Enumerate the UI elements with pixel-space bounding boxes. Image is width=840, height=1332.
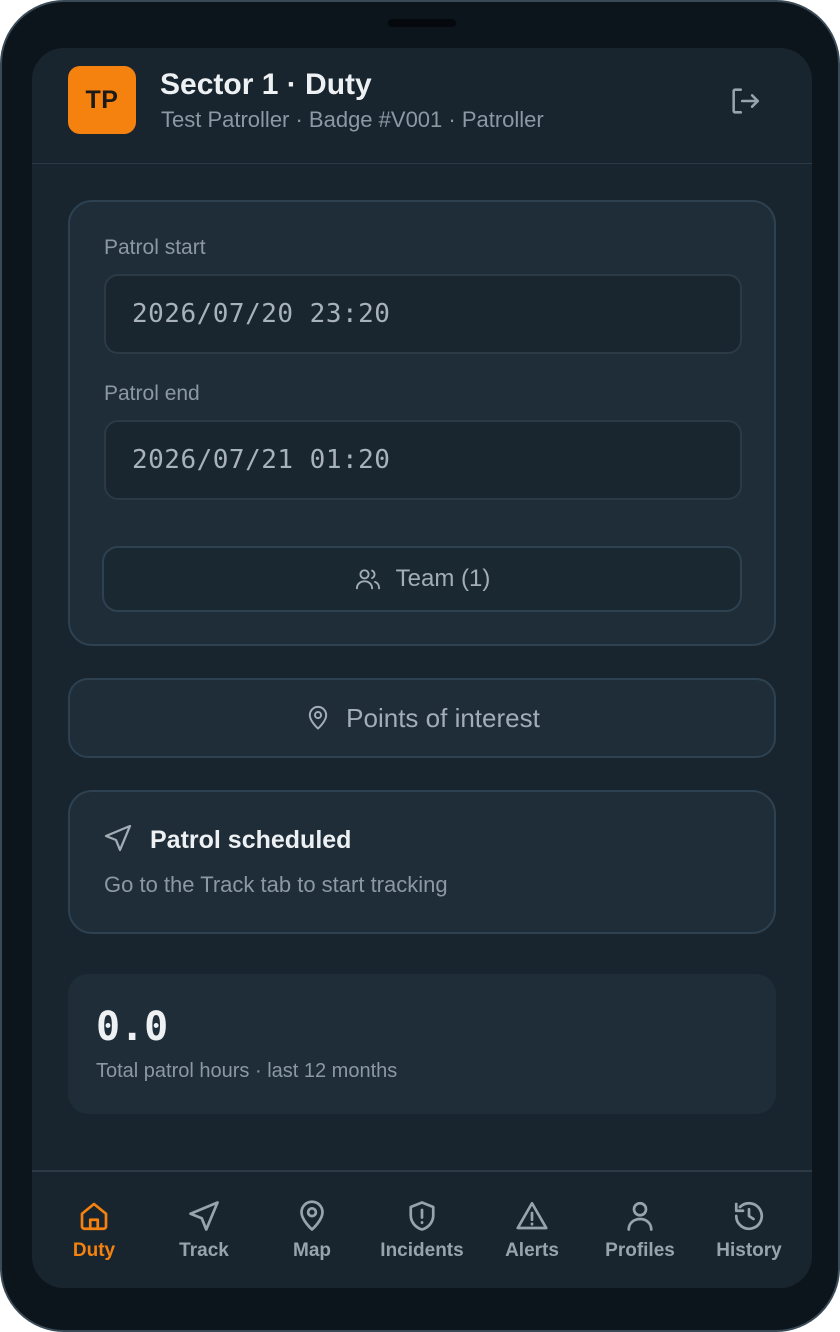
map-pin-icon [300, 1200, 324, 1231]
nav-item-incidents[interactable]: Incidents [368, 1198, 476, 1268]
navigation-icon [104, 824, 132, 852]
team-button-label: Team (1) [395, 565, 491, 592]
nav-label-track: Track [179, 1240, 229, 1261]
app-header: TP Sector 1 · Duty Test Patroller · Badg… [32, 48, 812, 164]
warning-triangle-icon [516, 1201, 548, 1230]
nav-label-alerts: Alerts [505, 1240, 559, 1261]
patrol-start-field[interactable]: 2026/07/20 23:20 [104, 274, 742, 354]
patrol-window-card: Patrol start 2026/07/20 23:20 Patrol end… [68, 200, 776, 646]
patrol-hours-label: Total patrol hours · last 12 months [96, 1060, 398, 1082]
nav-label-incidents: Incidents [380, 1240, 464, 1261]
avatar[interactable]: TP [68, 66, 136, 134]
nav-item-profiles[interactable]: Profiles [586, 1198, 694, 1268]
nav-item-duty[interactable]: Duty [40, 1198, 148, 1268]
patrol-status-title: Patrol scheduled [150, 826, 352, 854]
nav-label-profiles: Profiles [605, 1240, 675, 1261]
patrol-start-label: Patrol start [104, 236, 206, 259]
nav-label-map: Map [293, 1240, 331, 1261]
patrol-end-field[interactable]: 2026/07/21 01:20 [104, 420, 742, 500]
team-button[interactable]: Team (1) [102, 546, 742, 612]
patrol-hours-value: 0.0 [96, 1004, 169, 1050]
nav-label-duty: Duty [72, 1240, 116, 1261]
device-notch [388, 19, 456, 27]
navigation-icon [189, 1201, 219, 1231]
nav-label-history: History [716, 1240, 782, 1261]
user-subtitle: Test Patroller · Badge #V001 · Patroller [161, 107, 544, 132]
nav-item-history[interactable]: History [695, 1198, 803, 1268]
home-icon [80, 1202, 108, 1231]
shield-alert-icon [409, 1201, 435, 1231]
bottom-nav: Duty Track Map Incidents Alerts Profiles… [32, 1170, 812, 1288]
patrol-status-subtitle: Go to the Track tab to start tracking [104, 872, 448, 897]
points-of-interest-label: Points of interest [346, 702, 540, 733]
patrol-hours-card: 0.0 Total patrol hours · last 12 months [68, 974, 776, 1114]
nav-item-track[interactable]: Track [150, 1198, 258, 1268]
logout-icon[interactable] [728, 84, 762, 118]
app-screen: TP Sector 1 · Duty Test Patroller · Badg… [32, 48, 812, 1288]
nav-item-alerts[interactable]: Alerts [478, 1198, 586, 1268]
page-title: Sector 1 · Duty [160, 68, 372, 101]
device-frame: TP Sector 1 · Duty Test Patroller · Badg… [0, 0, 840, 1332]
user-icon [627, 1201, 653, 1231]
users-icon [355, 569, 380, 590]
nav-item-map[interactable]: Map [258, 1198, 366, 1268]
history-icon [734, 1201, 764, 1231]
points-of-interest-button[interactable]: Points of interest [68, 678, 776, 758]
patrol-end-label: Patrol end [104, 382, 200, 405]
patrol-status-card: Patrol scheduled Go to the Track tab to … [68, 790, 776, 934]
map-pin-icon [309, 706, 328, 730]
